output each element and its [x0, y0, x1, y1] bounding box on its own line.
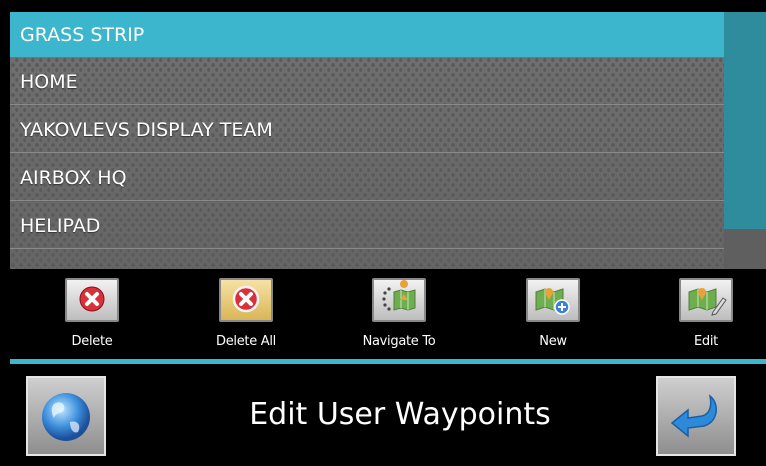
- delete-all-icon: [232, 285, 260, 313]
- delete-button[interactable]: Delete: [28, 269, 158, 359]
- delete-all-label: Delete All: [216, 334, 276, 349]
- new-button[interactable]: New: [489, 269, 619, 359]
- navigate-to-button[interactable]: Navigate To: [335, 269, 465, 359]
- edit-waypoint-icon: [688, 288, 727, 316]
- delete-all-icon-button[interactable]: [219, 278, 273, 322]
- navigate-to-icon-button[interactable]: [372, 278, 426, 322]
- edit-label: Edit: [694, 334, 718, 349]
- action-toolbar: Delete Delete All Navigate To New Edit: [10, 269, 766, 359]
- waypoint-list: GRASS STRIP HOME YAKOVLEVS DISPLAY TEAM …: [10, 12, 766, 269]
- delete-icon-button[interactable]: [65, 278, 119, 322]
- back-arrow-icon: [670, 394, 717, 438]
- back-button[interactable]: [656, 376, 736, 456]
- edit-icon-button[interactable]: [679, 278, 733, 322]
- new-label: New: [539, 334, 567, 349]
- delete-icon: [79, 286, 105, 312]
- globe-button[interactable]: [26, 376, 106, 456]
- delete-all-button[interactable]: Delete All: [182, 269, 312, 359]
- waypoint-item-yakovlevs-display-team[interactable]: YAKOVLEVS DISPLAY TEAM: [10, 107, 724, 153]
- waypoint-item-home[interactable]: HOME: [10, 59, 724, 105]
- navigate-map-icon: [382, 280, 416, 311]
- list-scrollbar[interactable]: [724, 12, 766, 269]
- scrollbar-thumb[interactable]: [724, 12, 766, 229]
- edit-button[interactable]: Edit: [642, 269, 766, 359]
- globe-icon: [42, 393, 90, 441]
- waypoint-item-helipad[interactable]: HELIPAD: [10, 203, 724, 249]
- footer-bar: Edit User Waypoints: [10, 364, 766, 466]
- waypoint-item-grass-strip[interactable]: GRASS STRIP: [10, 12, 724, 58]
- new-waypoint-icon: [535, 288, 570, 315]
- new-icon-button[interactable]: [526, 278, 580, 322]
- page-title: Edit User Waypoints: [249, 397, 551, 432]
- navigate-to-label: Navigate To: [362, 334, 436, 349]
- waypoint-item-airbox-hq[interactable]: AIRBOX HQ: [10, 155, 724, 201]
- delete-label: Delete: [71, 334, 113, 349]
